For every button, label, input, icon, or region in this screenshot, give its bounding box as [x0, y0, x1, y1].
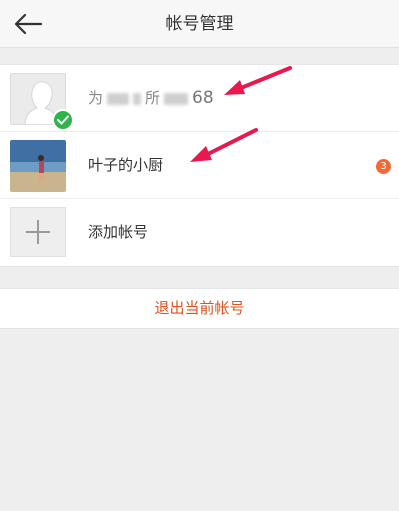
blurred-text [164, 92, 189, 105]
account-row-second[interactable]: 叶子的小厨 3 [0, 132, 399, 199]
beach-photo-image [10, 140, 66, 192]
header-bar: 帐号管理 [0, 0, 399, 48]
logout-button[interactable]: 退出当前帐号 [0, 288, 399, 329]
page-title: 帐号管理 [165, 14, 234, 34]
account-name-suffix: 68 [192, 88, 214, 108]
add-account-row[interactable]: 添加帐号 [0, 199, 399, 266]
account-name: 叶子的小厨 [88, 156, 164, 174]
add-account-box [10, 207, 66, 257]
blurred-text [133, 92, 142, 105]
check-icon [52, 109, 74, 131]
blurred-text [107, 92, 130, 105]
account-name-masked: 为 所 68 [88, 65, 214, 132]
plus-icon [26, 220, 50, 244]
account-management-screen: 帐号管理 为 所 68 叶子的小厨 3 添加帐号 退出当前帐号 [0, 0, 399, 511]
add-account-label: 添加帐号 [88, 223, 149, 241]
unread-badge: 3 [376, 159, 391, 174]
account-list: 为 所 68 叶子的小厨 3 添加帐号 [0, 64, 399, 267]
account-row-current[interactable]: 为 所 68 [0, 65, 399, 132]
account-name-prefix: 为 [88, 89, 104, 107]
account-name-mid: 所 [145, 89, 161, 107]
avatar [10, 140, 66, 192]
